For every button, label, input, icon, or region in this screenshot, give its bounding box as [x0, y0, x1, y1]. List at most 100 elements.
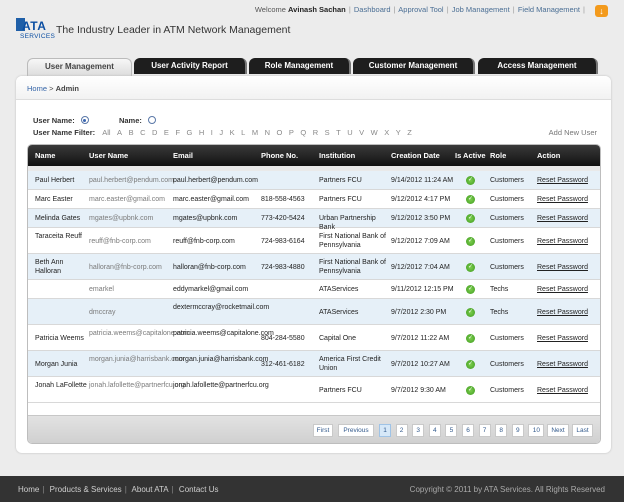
letter-filter-s[interactable]: S	[325, 128, 330, 137]
pager-page-1[interactable]: 1	[379, 424, 391, 437]
row-institution: Partners FCU	[319, 196, 362, 203]
header-email[interactable]: Email	[173, 151, 193, 160]
reset-password-link[interactable]: Reset Password	[537, 214, 588, 223]
table-row: Beth Ann Halloran halloran@fnb-corp.com ha…	[28, 254, 600, 280]
pager-next-button[interactable]: Next	[547, 424, 569, 437]
reset-password-link[interactable]: Reset Password	[537, 195, 588, 204]
header-name[interactable]: Name	[35, 151, 55, 160]
footer-link-home[interactable]: Home	[18, 485, 39, 494]
active-check-icon: ✓	[466, 360, 475, 369]
table-row: Morgan Junia morgan.junia@harrisbank.com m…	[28, 351, 600, 377]
letter-filter-y[interactable]: Y	[396, 128, 401, 137]
reset-password-link[interactable]: Reset Password	[537, 237, 588, 246]
letter-filter-b[interactable]: B	[129, 128, 134, 137]
row-user-name: morgan.junia@harrisbank.com	[89, 356, 185, 363]
table-row: Jonah LaFollette jonah.lafollette@partner…	[28, 377, 600, 403]
row-email: jonah.lafollette@partnerfcu.org	[173, 382, 269, 389]
active-check-icon: ✓	[466, 285, 475, 294]
add-new-user-link[interactable]: Add New User	[549, 128, 597, 137]
header-role[interactable]: Role	[490, 151, 506, 160]
pager-previous-button[interactable]: Previous	[338, 424, 374, 437]
letter-filter-v[interactable]: V	[359, 128, 364, 137]
reset-password-link[interactable]: Reset Password	[537, 176, 588, 185]
pager-page-9[interactable]: 9	[511, 424, 524, 437]
letter-filter-l[interactable]: L	[241, 128, 245, 137]
active-check-icon: ✓	[466, 308, 475, 317]
user-name-radio[interactable]	[80, 116, 89, 124]
pager-page-6[interactable]: 6	[462, 424, 474, 437]
welcome-text: Welcome Avinash Sachan	[255, 5, 346, 14]
breadcrumb-home[interactable]: Home	[27, 84, 47, 93]
letter-filter-w[interactable]: W	[371, 128, 378, 137]
footer-link-products-services[interactable]: Products & Services	[50, 485, 122, 494]
header-institution[interactable]: Institution	[319, 151, 355, 160]
letter-filter-u[interactable]: U	[347, 128, 352, 137]
footer-link-about-ata[interactable]: About ATA	[132, 485, 169, 494]
letter-filter-t[interactable]: T	[336, 128, 341, 137]
letter-filter-r[interactable]: R	[313, 128, 318, 137]
pager-page-7[interactable]: 7	[478, 424, 491, 437]
letter-filter-o[interactable]: O	[277, 128, 283, 137]
row-email: halloran@fnb-corp.com	[173, 264, 246, 271]
letter-filter-m[interactable]: M	[252, 128, 258, 137]
header-is-active[interactable]: Is Active	[455, 151, 486, 160]
pager-page-4[interactable]: 4	[428, 424, 441, 437]
name-radio[interactable]	[148, 116, 156, 124]
header-user-name[interactable]: User Name	[89, 151, 128, 160]
pager-page-10[interactable]: 10	[528, 424, 545, 437]
nav-link-field-management[interactable]: Field Management	[518, 5, 580, 14]
reset-password-link[interactable]: Reset Password	[537, 334, 588, 343]
reset-password-link[interactable]: Reset Password	[537, 263, 588, 272]
row-user-name: patricia.weems@capitalone.com	[89, 330, 190, 337]
ata-logo[interactable]: ATA SERVICES	[16, 18, 55, 44]
row-institution: Partners FCU	[319, 387, 362, 394]
tab-customer-management[interactable]: Customer Management	[353, 58, 475, 74]
letter-filter-g[interactable]: G	[187, 128, 193, 137]
row-name: Morgan Junia	[35, 361, 78, 368]
tab-access-management[interactable]: Access Management	[478, 58, 598, 74]
letter-filter-j[interactable]: J	[219, 128, 223, 137]
footer-link-contact-us[interactable]: Contact Us	[179, 485, 219, 494]
header-phone[interactable]: Phone No.	[261, 151, 298, 160]
row-institution: ATAServices	[319, 286, 359, 293]
table-header: Name User Name Email Phone No. Instituti…	[28, 145, 600, 166]
nav-link-approval-tool[interactable]: Approval Tool	[398, 5, 443, 14]
pager-page-2[interactable]: 2	[395, 424, 408, 437]
reset-password-link[interactable]: Reset Password	[537, 386, 588, 395]
letter-filter-d[interactable]: D	[152, 128, 157, 137]
letter-filter-c[interactable]: C	[140, 128, 145, 137]
row-name: Marc Easter	[35, 196, 73, 203]
table-row: emarkel eddymarkel@gmail.com ATAServices 9/…	[28, 280, 600, 299]
letter-filter-x[interactable]: X	[384, 128, 389, 137]
letter-filter-all[interactable]: All	[102, 128, 110, 137]
download-icon[interactable]: ↓	[595, 5, 608, 17]
pager-last-button[interactable]: Last	[572, 424, 593, 437]
pager-page-5[interactable]: 5	[445, 424, 458, 437]
tab-user-management[interactable]: User Management	[27, 58, 132, 76]
row-name: Taraceita Reuff	[35, 233, 82, 240]
row-email: morgan.junia@harrisbank.com	[173, 356, 269, 363]
letter-filter-z[interactable]: Z	[407, 128, 412, 137]
reset-password-link[interactable]: Reset Password	[537, 285, 588, 294]
breadcrumb-current: Admin	[55, 84, 79, 93]
tab-user-activity-report[interactable]: User Activity Report	[134, 58, 247, 74]
letter-filter-p[interactable]: P	[289, 128, 294, 137]
pager-first-button[interactable]: First	[313, 424, 333, 437]
reset-password-link[interactable]: Reset Password	[537, 308, 588, 317]
pager-page-3[interactable]: 3	[412, 424, 425, 437]
nav-link-job-management[interactable]: Job Management	[452, 5, 510, 14]
header-creation-date[interactable]: Creation Date	[391, 151, 440, 160]
letter-filter-f[interactable]: F	[175, 128, 180, 137]
letter-filter-a[interactable]: A	[117, 128, 122, 137]
letter-filter-k[interactable]: K	[230, 128, 235, 137]
pager-page-8[interactable]: 8	[495, 424, 508, 437]
tab-role-management[interactable]: Role Management	[249, 58, 351, 74]
letter-filter-i[interactable]: I	[211, 128, 213, 137]
row-email: patricia.weems@capitalone.com	[173, 330, 274, 337]
reset-password-link[interactable]: Reset Password	[537, 360, 588, 369]
nav-link-dashboard[interactable]: Dashboard	[354, 5, 391, 14]
letter-filter-n[interactable]: N	[265, 128, 270, 137]
letter-filter-h[interactable]: H	[199, 128, 204, 137]
letter-filter-q[interactable]: Q	[300, 128, 306, 137]
letter-filter-e[interactable]: E	[164, 128, 169, 137]
